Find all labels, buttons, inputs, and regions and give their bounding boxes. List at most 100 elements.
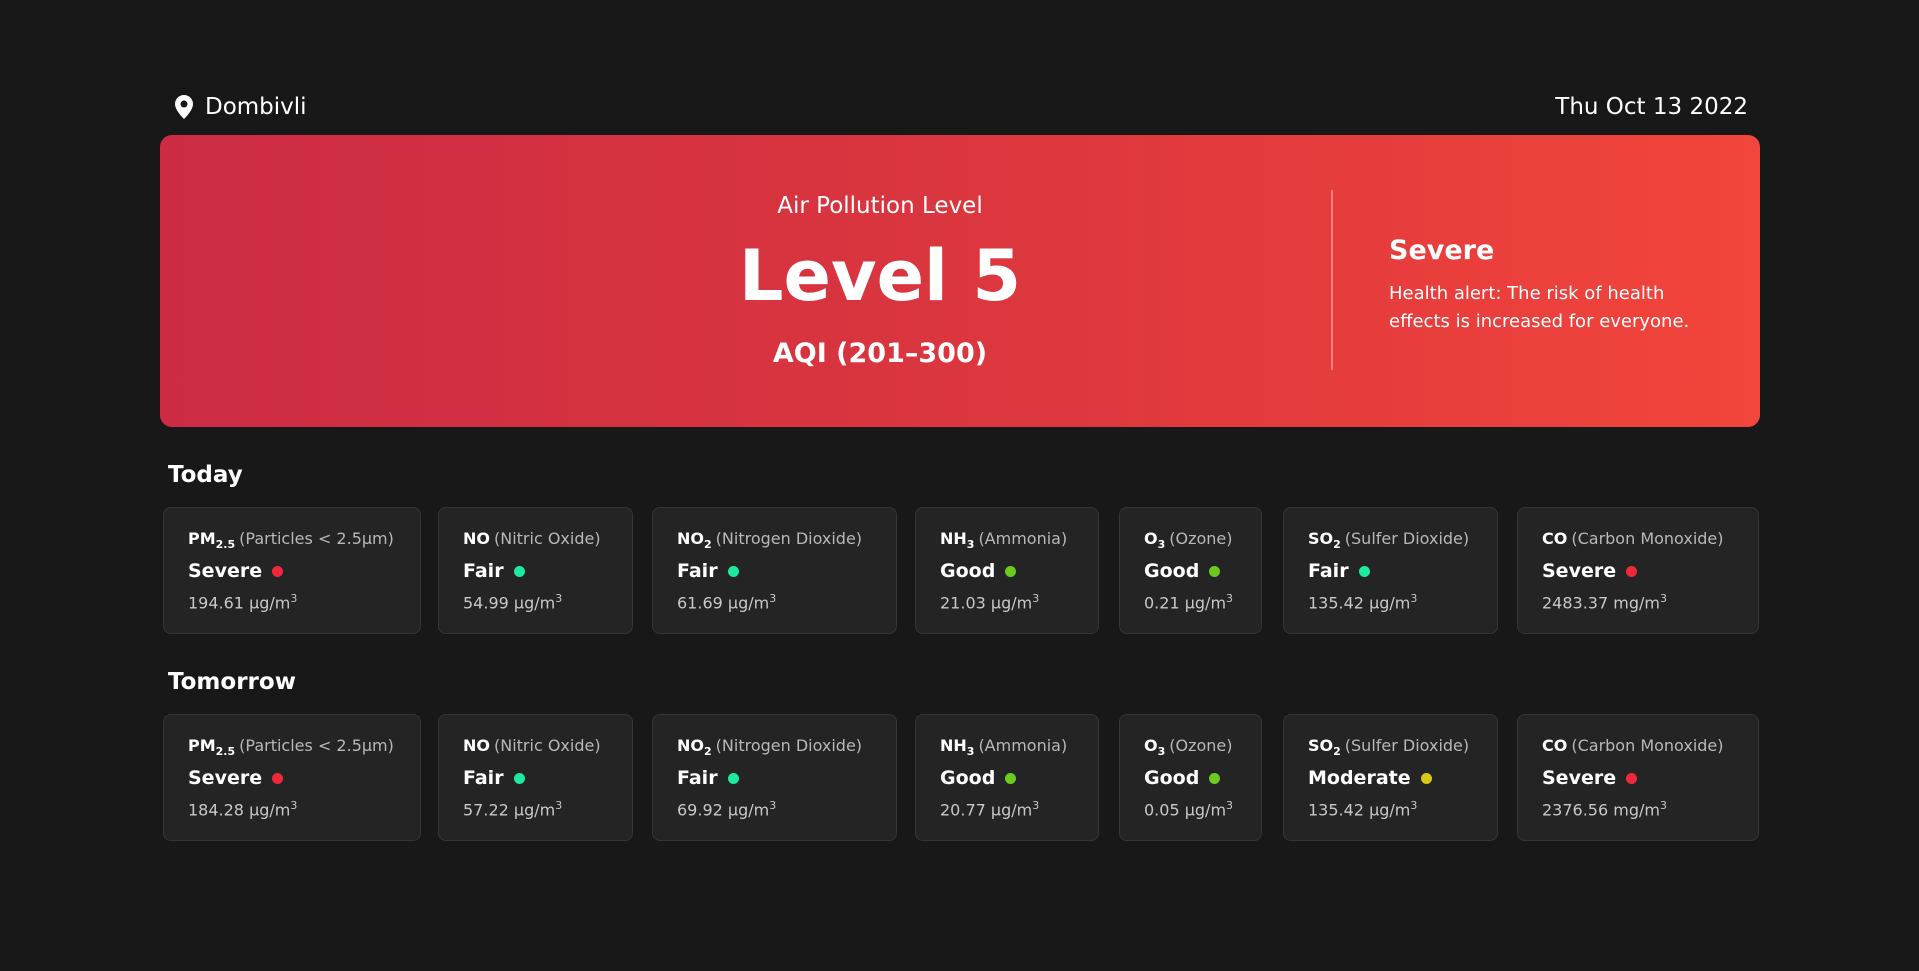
status-label: Fair [463, 560, 504, 582]
status-dot-icon [1209, 772, 1221, 784]
pollutant-status: Fair [677, 560, 739, 582]
pollutant-formula: NO [463, 529, 490, 548]
concentration-value: 0.05 [1144, 800, 1180, 820]
pollutant-fullname: (Ammonia) [978, 736, 1068, 755]
status-label: Good [1144, 767, 1200, 789]
concentration-value: 194.61 [188, 593, 244, 613]
pollutant-card: PM2.5 (Particles < 2.5µm) Severe 194.61 µg/… [163, 507, 421, 634]
concentration-unit: µg/m [727, 800, 770, 820]
concentration-unit: mg/m [1613, 800, 1660, 820]
concentration-unit: µg/m [1184, 800, 1227, 820]
pollutant-fullname: (Ozone) [1169, 529, 1233, 548]
concentration-value: 21.03 [940, 593, 986, 613]
pollutant-status: Good [940, 560, 1017, 582]
pollutant-fullname: (Particles < 2.5µm) [239, 736, 394, 755]
status-dot-icon [513, 772, 525, 784]
location: Dombivli [175, 94, 307, 120]
pollutant-card: SO2 (Sulfer Dioxide) Fair 135.42 µg/m3 [1283, 507, 1498, 634]
concentration-unit: µg/m [513, 800, 556, 820]
pollutant-heading: PM2.5 (Particles < 2.5µm) [188, 736, 394, 758]
concentration-unit: mg/m [1613, 593, 1660, 613]
pollutant-status: Fair [463, 560, 525, 582]
unit-exponent: 3 [769, 592, 777, 605]
pollutant-formula: NO [463, 736, 490, 755]
unit-exponent: 3 [290, 592, 298, 605]
concentration-unit: µg/m [1184, 593, 1227, 613]
hero-status-block: Severe Health alert: The risk of health … [1389, 235, 1719, 336]
hero-level-block: Air Pollution Level Level 5 AQI (201–300… [660, 135, 1100, 427]
pollutant-value: 21.03 µg/m3 [940, 592, 1039, 612]
pollutant-fullname: (Nitrogen Dioxide) [715, 736, 863, 755]
current-date: Thu Oct 13 2022 [1555, 94, 1748, 120]
unit-exponent: 3 [555, 799, 563, 812]
status-dot-icon [1005, 565, 1017, 577]
status-label: Fair [677, 560, 718, 582]
pollutant-fullname: (Carbon Monoxide) [1571, 736, 1724, 755]
pollutant-value: 2376.56 mg/m3 [1542, 799, 1667, 819]
pollutant-heading: NO (Nitric Oxide) [463, 529, 601, 551]
pollutant-heading: CO (Carbon Monoxide) [1542, 529, 1724, 551]
status-label: Severe [188, 560, 263, 582]
pollutant-value: 194.61 µg/m3 [188, 592, 297, 612]
formula-main: PM [188, 736, 216, 755]
pollutant-heading: NO2 (Nitrogen Dioxide) [677, 736, 862, 758]
location-pin-icon [175, 95, 193, 119]
concentration-unit: µg/m [1369, 593, 1411, 613]
status-dot-icon [727, 565, 739, 577]
concentration-value: 54.99 [463, 593, 509, 613]
concentration-value: 2376.56 [1542, 800, 1609, 820]
pollutant-formula: NO2 [677, 736, 712, 758]
pollutant-formula: CO [1542, 529, 1567, 548]
status-dot-icon [1420, 772, 1432, 784]
pollutant-formula: O3 [1144, 736, 1166, 759]
concentration-value: 135.42 [1308, 593, 1364, 613]
hero-status: Severe [1389, 235, 1495, 266]
pollutant-heading: SO2 (Sulfer Dioxide) [1308, 529, 1469, 551]
pollutant-status: Fair [1308, 560, 1370, 582]
formula-subscript: 3 [966, 538, 975, 552]
hero-aqi-range: AQI (201–300) [772, 338, 988, 369]
status-dot-icon [1358, 565, 1370, 577]
formula-main: NO [463, 736, 490, 755]
unit-exponent: 3 [1226, 799, 1234, 812]
unit-exponent: 3 [769, 799, 777, 812]
pollutant-card: NH3 (Ammonia) Good 21.03 µg/m3 [915, 507, 1099, 634]
pollutant-fullname: (Ozone) [1169, 736, 1233, 755]
tomorrow-title: Tomorrow [168, 669, 296, 695]
formula-main: SO [1308, 736, 1334, 755]
status-dot-icon [1209, 565, 1221, 577]
pollutant-fullname: (Nitric Oxide) [494, 529, 601, 548]
unit-exponent: 3 [1410, 592, 1418, 605]
pollutant-card: PM2.5 (Particles < 2.5µm) Severe 184.28 µg/… [163, 714, 421, 841]
pollutant-formula: SO2 [1308, 529, 1341, 551]
pollutant-status: Good [1144, 560, 1221, 582]
pollutant-heading: NH3 (Ammonia) [940, 529, 1067, 551]
pollutant-value: 57.22 µg/m3 [463, 799, 562, 819]
pollutant-fullname: (Particles < 2.5µm) [239, 529, 394, 548]
pollutant-formula: NO2 [677, 529, 712, 551]
status-label: Severe [188, 767, 263, 789]
concentration-value: 20.77 [940, 800, 986, 820]
unit-exponent: 3 [1410, 799, 1418, 812]
formula-subscript: 3 [1157, 745, 1166, 759]
pollutant-heading: CO (Carbon Monoxide) [1542, 736, 1724, 758]
concentration-unit: µg/m [990, 800, 1033, 820]
pollutant-heading: PM2.5 (Particles < 2.5µm) [188, 529, 394, 551]
pollutant-status: Severe [188, 767, 284, 789]
pollutant-status: Fair [677, 767, 739, 789]
pollutant-fullname: (Ammonia) [978, 529, 1068, 548]
pollutant-heading: NH3 (Ammonia) [940, 736, 1067, 758]
pollutant-card: NO2 (Nitrogen Dioxide) Fair 61.69 µg/m3 [652, 507, 897, 634]
formula-subscript: 3 [966, 745, 975, 759]
concentration-value: 57.22 [463, 800, 509, 820]
pollutant-status: Moderate [1308, 767, 1432, 789]
concentration-value: 184.28 [188, 800, 244, 820]
pollutant-value: 0.05 µg/m3 [1144, 799, 1233, 819]
status-label: Good [940, 560, 996, 582]
status-label: Fair [463, 767, 504, 789]
pollutant-formula: PM2.5 [188, 529, 235, 551]
pollutant-value: 69.92 µg/m3 [677, 799, 776, 819]
pollutant-value: 135.42 µg/m3 [1308, 799, 1417, 819]
status-label: Severe [1542, 560, 1617, 582]
status-dot-icon [1626, 772, 1638, 784]
